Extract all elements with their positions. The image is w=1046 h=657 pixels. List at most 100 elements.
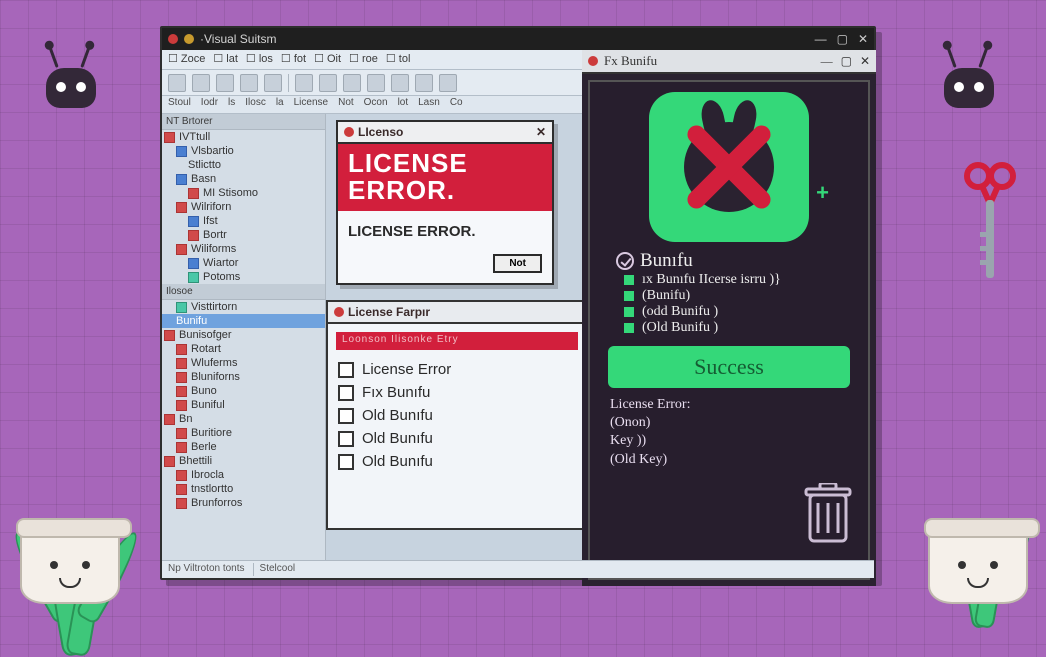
panel-dot-icon: [334, 307, 344, 317]
bunifu-titlebar[interactable]: Fx Bunifu — ▢ ✕: [582, 50, 876, 74]
submenu-item[interactable]: Stoul: [168, 97, 191, 112]
tree-item[interactable]: Rotart: [162, 342, 325, 356]
tree-label: Potoms: [203, 271, 240, 283]
checkbox-icon[interactable]: [338, 385, 354, 401]
toolbar-btn[interactable]: [391, 74, 409, 92]
tree-item[interactable]: Wluferms: [162, 356, 325, 370]
bunifu-min-icon[interactable]: —: [821, 54, 833, 69]
tree-item[interactable]: Visttirtorn: [162, 300, 325, 314]
tree-item[interactable]: Berle: [162, 440, 325, 454]
toolbar-btn[interactable]: [439, 74, 457, 92]
tree-item[interactable]: Bluniforns: [162, 370, 325, 384]
tree-icon: [188, 258, 199, 269]
checklist-item[interactable]: License Error: [338, 358, 576, 381]
submenu-item[interactable]: Co: [450, 97, 463, 112]
toolbar-btn[interactable]: [367, 74, 385, 92]
tree-item[interactable]: Ifst: [162, 214, 325, 228]
toolbar-btn[interactable]: [192, 74, 210, 92]
toolbar-btn[interactable]: [343, 74, 361, 92]
toolbar-btn[interactable]: [295, 74, 313, 92]
tree-item[interactable]: Potoms: [162, 270, 325, 284]
submenu-item[interactable]: lot: [398, 97, 409, 112]
close-icon[interactable]: ✕: [858, 32, 868, 46]
menu-item[interactable]: ☐ roe: [349, 52, 378, 67]
tree-item[interactable]: Buniful: [162, 398, 325, 412]
submenu-item[interactable]: Not: [338, 97, 354, 112]
dialog-close-icon[interactable]: ✕: [536, 125, 546, 139]
tree-item[interactable]: Wiartor: [162, 256, 325, 270]
submenu-item[interactable]: Lasn: [418, 97, 440, 112]
tree-item[interactable]: Bortr: [162, 228, 325, 242]
traffic-close-icon[interactable]: [168, 34, 178, 44]
min-icon[interactable]: —: [815, 32, 827, 46]
traffic-min-icon[interactable]: [184, 34, 194, 44]
tree-item[interactable]: Vlsbartio: [162, 144, 325, 158]
tree-item[interactable]: Bunisofger: [162, 328, 325, 342]
checkbox-icon[interactable]: [338, 362, 354, 378]
license-fix-panel: License Farpır Loonson Ilisonke Etry Lic…: [326, 300, 588, 530]
menu-item[interactable]: ☐ los: [246, 52, 273, 67]
tree-icon: [176, 400, 187, 411]
toolbar-btn[interactable]: [415, 74, 433, 92]
bunifu-line: (Old Bunifu ): [624, 320, 860, 336]
tree-item[interactable]: Bunifu: [162, 314, 325, 328]
dialog-ok-button[interactable]: Not: [493, 254, 542, 273]
toolbar-btn[interactable]: [319, 74, 337, 92]
menu-item[interactable]: ☐ Oit: [314, 52, 341, 67]
tree-item[interactable]: Ibrocla: [162, 468, 325, 482]
checklist-item[interactable]: Old Bunıfu: [338, 404, 576, 427]
plus-icon[interactable]: +: [816, 180, 829, 206]
menu-item[interactable]: ☐ Zoce: [168, 52, 205, 67]
menu-item[interactable]: ☐ fot: [281, 52, 306, 67]
checklist-item[interactable]: Old Bunıfu: [338, 450, 576, 473]
toolbar-btn[interactable]: [216, 74, 234, 92]
submenu-item[interactable]: la: [276, 97, 284, 112]
check-icon: [616, 252, 634, 270]
checkbox-icon[interactable]: [338, 431, 354, 447]
toolbar-btn[interactable]: [168, 74, 186, 92]
tree-label: Brunforros: [191, 497, 242, 509]
checklist-label: Old Bunıfu: [362, 430, 433, 447]
decor-plant-right: [928, 524, 1028, 604]
titlebar[interactable]: · Visual Suitsm — ▢ ✕: [162, 28, 874, 50]
menu-item[interactable]: ☐ tol: [386, 52, 411, 67]
submenu-item[interactable]: Iodr: [201, 97, 218, 112]
tree-item[interactable]: Stlictto: [162, 158, 325, 172]
max-icon[interactable]: ▢: [837, 32, 848, 46]
checkbox-icon[interactable]: [338, 408, 354, 424]
solution-explorer[interactable]: NT Brtorer IVTtullVlsbartioStlicttoBasnM…: [162, 114, 326, 560]
toolbar-btn[interactable]: [240, 74, 258, 92]
tree-item[interactable]: MI Stisomo: [162, 186, 325, 200]
toolbar-btn[interactable]: [264, 74, 282, 92]
checklist-label: License Error: [362, 361, 451, 378]
status-left: Np Viltroton tonts: [168, 563, 245, 576]
submenu-item[interactable]: ls: [228, 97, 235, 112]
decor-bug-right: [934, 52, 1004, 112]
checklist-item[interactable]: Fıx Bunıfu: [338, 381, 576, 404]
tree-item[interactable]: Bn: [162, 412, 325, 426]
bunifu-max-icon[interactable]: ▢: [841, 54, 852, 69]
submenu-item[interactable]: Ilosc: [245, 97, 266, 112]
submenu-item[interactable]: Ocon: [364, 97, 388, 112]
tree-item[interactable]: Bhettili: [162, 454, 325, 468]
tree-item[interactable]: IVTtull: [162, 130, 325, 144]
tree-item[interactable]: tnstlortto: [162, 482, 325, 496]
bunifu-close-icon[interactable]: ✕: [860, 54, 870, 69]
tree-label: Wiartor: [203, 257, 238, 269]
tree-item[interactable]: Wiliforms: [162, 242, 325, 256]
trash-icon[interactable]: [802, 483, 854, 550]
tree-item[interactable]: Buno: [162, 384, 325, 398]
tree-item[interactable]: Brunforros: [162, 496, 325, 510]
checklist-item[interactable]: Old Bunıfu: [338, 427, 576, 450]
submenu-item[interactable]: License: [294, 97, 328, 112]
tree-item[interactable]: Buritiore: [162, 426, 325, 440]
tree-icon: [176, 442, 187, 453]
tree-item[interactable]: Wilriforn: [162, 200, 325, 214]
checkbox-icon[interactable]: [338, 454, 354, 470]
bunifu-headline: Bunıfu: [640, 250, 693, 272]
tree-item[interactable]: Basn: [162, 172, 325, 186]
tree-icon: [176, 470, 187, 481]
menu-item[interactable]: ☐ lat: [213, 52, 238, 67]
tree-icon: [176, 302, 187, 313]
success-button[interactable]: Success: [608, 346, 850, 388]
